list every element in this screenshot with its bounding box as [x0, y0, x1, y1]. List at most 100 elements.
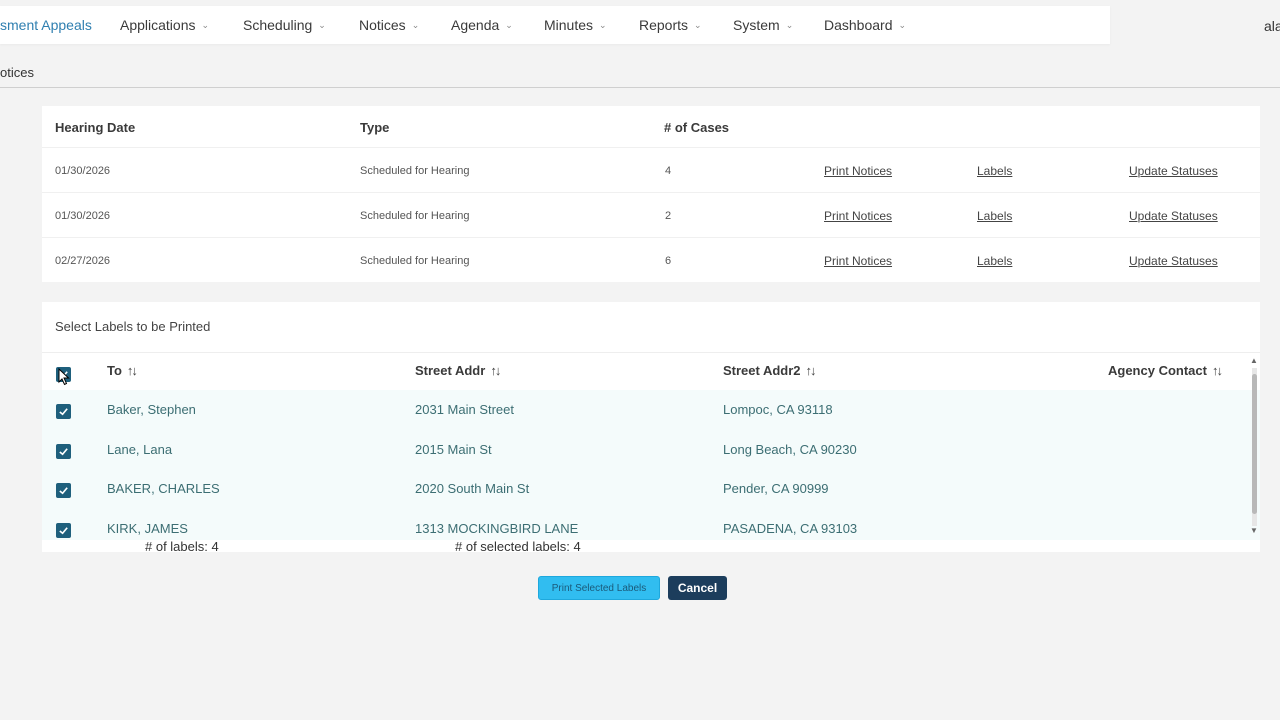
street-address2: PASADENA, CA 93103 — [723, 521, 858, 536]
row-checkbox[interactable] — [56, 444, 71, 459]
column-header-label: Agency Contact — [1108, 363, 1207, 378]
top-nav: sment Appeals Applications ⌄ Scheduling ⌄ … — [0, 6, 1110, 44]
recipient-name: Baker, Stephen — [107, 402, 196, 417]
column-header-cases: # of Cases — [664, 120, 730, 135]
print-notices-link[interactable]: Print Notices — [824, 254, 892, 268]
scroll-thumb[interactable] — [1252, 374, 1257, 514]
column-header-type: Type — [360, 120, 390, 135]
column-header-label: To — [107, 363, 122, 378]
chevron-down-icon: ⌄ — [898, 19, 907, 30]
checkmark-icon — [59, 527, 68, 535]
nav-item-applications[interactable]: Applications ⌄ — [120, 17, 209, 33]
nav-item-minutes[interactable]: Minutes ⌄ — [544, 17, 607, 33]
row-checkbox[interactable] — [56, 523, 71, 538]
chevron-down-icon: ⌄ — [694, 19, 702, 30]
scroll-down-icon[interactable]: ▼ — [1250, 526, 1258, 535]
divider — [0, 87, 1280, 88]
chevron-down-icon: ⌄ — [201, 19, 210, 30]
nav-item-dashboard[interactable]: Dashboard ⌄ — [824, 17, 906, 33]
table-row[interactable]: Lane, Lana 2015 Main St Long Beach, CA 9… — [42, 430, 1248, 470]
column-header-street-addr2[interactable]: Street Addr2 ↑↓ — [723, 363, 817, 378]
street-address: 1313 MOCKINGBIRD LANE — [415, 521, 579, 536]
hearing-date: 02/27/2026 — [55, 255, 111, 267]
case-count: 4 — [665, 165, 672, 177]
sort-arrows-icon: ↑↓ — [490, 363, 501, 378]
street-address: 2015 Main St — [415, 442, 492, 457]
recipient-name: BAKER, CHARLES — [107, 481, 220, 496]
nav-item-agenda[interactable]: Agenda ⌄ — [451, 17, 513, 33]
nav-item-system[interactable]: System ⌄ — [733, 17, 793, 33]
user-menu[interactable]: ala — [1264, 18, 1280, 34]
nav-item-reports[interactable]: Reports ⌄ — [639, 17, 702, 33]
labels-link[interactable]: Labels — [977, 209, 1012, 223]
nav-item-notices[interactable]: Notices ⌄ — [359, 17, 419, 33]
column-header-label: Street Addr — [415, 363, 486, 378]
table-row[interactable]: BAKER, CHARLES 2020 South Main St Pender… — [42, 469, 1248, 509]
update-statuses-link[interactable]: Update Statuses — [1129, 209, 1218, 223]
nav-item-label: Notices — [359, 17, 406, 33]
row-checkbox[interactable] — [56, 483, 71, 498]
nav-item-label: Applications — [120, 17, 196, 33]
nav-item-label: Agenda — [451, 17, 500, 33]
table-row[interactable]: KIRK, JAMES 1313 MOCKINGBIRD LANE PASADE… — [42, 509, 1248, 540]
case-count: 6 — [665, 255, 672, 267]
labels-link[interactable]: Labels — [977, 254, 1012, 268]
print-notices-link[interactable]: Print Notices — [824, 209, 892, 223]
section-title: Select Labels to be Printed — [55, 319, 211, 334]
hearing-type: Scheduled for Hearing — [360, 165, 470, 177]
table-row: 01/30/2026 Scheduled for Hearing 4 Print… — [42, 147, 1260, 192]
street-address2: Lompoc, CA 93118 — [723, 402, 833, 417]
column-header-hearing-date: Hearing Date — [55, 120, 136, 135]
chevron-down-icon: ⌄ — [318, 19, 326, 30]
street-address2: Pender, CA 90999 — [723, 481, 829, 496]
mouse-cursor-icon — [58, 368, 70, 386]
chevron-down-icon: ⌄ — [599, 19, 607, 30]
recipient-name: Lane, Lana — [107, 442, 173, 457]
breadcrumb: otices — [0, 65, 34, 80]
table-row: 02/27/2026 Scheduled for Hearing 6 Print… — [42, 237, 1260, 282]
nav-item-label: System — [733, 17, 780, 33]
column-header-agency-contact[interactable]: Agency Contact ↑↓ — [1108, 363, 1223, 378]
case-count: 2 — [665, 210, 672, 222]
label-count: # of labels: 4 — [145, 539, 219, 554]
hearings-table: Hearing Date Type # of Cases 01/30/2026 … — [42, 106, 1260, 282]
chevron-down-icon: ⌄ — [785, 19, 794, 30]
scrollbar[interactable]: ▲ ▼ — [1249, 356, 1259, 536]
chevron-down-icon: ⌄ — [505, 19, 513, 30]
labels-table-header: To ↑↓ Street Addr ↑↓ Street Addr2 ↑↓ Agency… — [42, 352, 1260, 390]
hearing-date: 01/30/2026 — [55, 210, 111, 222]
checkmark-icon — [59, 487, 68, 495]
update-statuses-link[interactable]: Update Statuses — [1129, 164, 1218, 178]
sort-arrows-icon: ↑↓ — [805, 363, 817, 378]
nav-item-label: sment Appeals — [0, 17, 92, 33]
nav-item-label: Dashboard — [824, 17, 893, 33]
table-row[interactable]: Baker, Stephen 2031 Main Street Lompoc, … — [42, 390, 1248, 430]
checkmark-icon — [59, 408, 68, 416]
column-header-to[interactable]: To ↑↓ — [107, 363, 138, 378]
labels-link[interactable]: Labels — [977, 164, 1012, 178]
nav-item-label: Minutes — [544, 17, 594, 33]
recipient-name: KIRK, JAMES — [107, 521, 188, 536]
nav-item-scheduling[interactable]: Scheduling ⌄ — [243, 17, 326, 33]
update-statuses-link[interactable]: Update Statuses — [1129, 254, 1218, 268]
labels-table-body: Baker, Stephen 2031 Main Street Lompoc, … — [42, 390, 1260, 540]
column-header-label: Street Addr2 — [723, 363, 801, 378]
street-address: 2031 Main Street — [415, 402, 515, 417]
hearing-type: Scheduled for Hearing — [360, 255, 470, 267]
scroll-up-icon[interactable]: ▲ — [1250, 356, 1258, 365]
street-address: 2020 South Main St — [415, 481, 530, 496]
hearing-date: 01/30/2026 — [55, 165, 111, 177]
table-row: 01/30/2026 Scheduled for Hearing 2 Print… — [42, 192, 1260, 237]
column-header-street-addr[interactable]: Street Addr ↑↓ — [415, 363, 501, 378]
print-selected-labels-button[interactable]: Print Selected Labels — [538, 576, 660, 600]
selected-label-count: # of selected labels: 4 — [455, 539, 581, 554]
print-notices-link[interactable]: Print Notices — [824, 164, 892, 178]
row-checkbox[interactable] — [56, 404, 71, 419]
cancel-button[interactable]: Cancel — [668, 576, 727, 600]
nav-item-assessment-appeals[interactable]: sment Appeals — [0, 17, 92, 33]
chevron-down-icon: ⌄ — [411, 19, 420, 30]
street-address2: Long Beach, CA 90230 — [723, 442, 857, 457]
checkmark-icon — [59, 448, 68, 456]
labels-panel: Select Labels to be Printed To ↑↓ Street … — [42, 302, 1260, 554]
nav-item-label: Reports — [639, 17, 689, 33]
